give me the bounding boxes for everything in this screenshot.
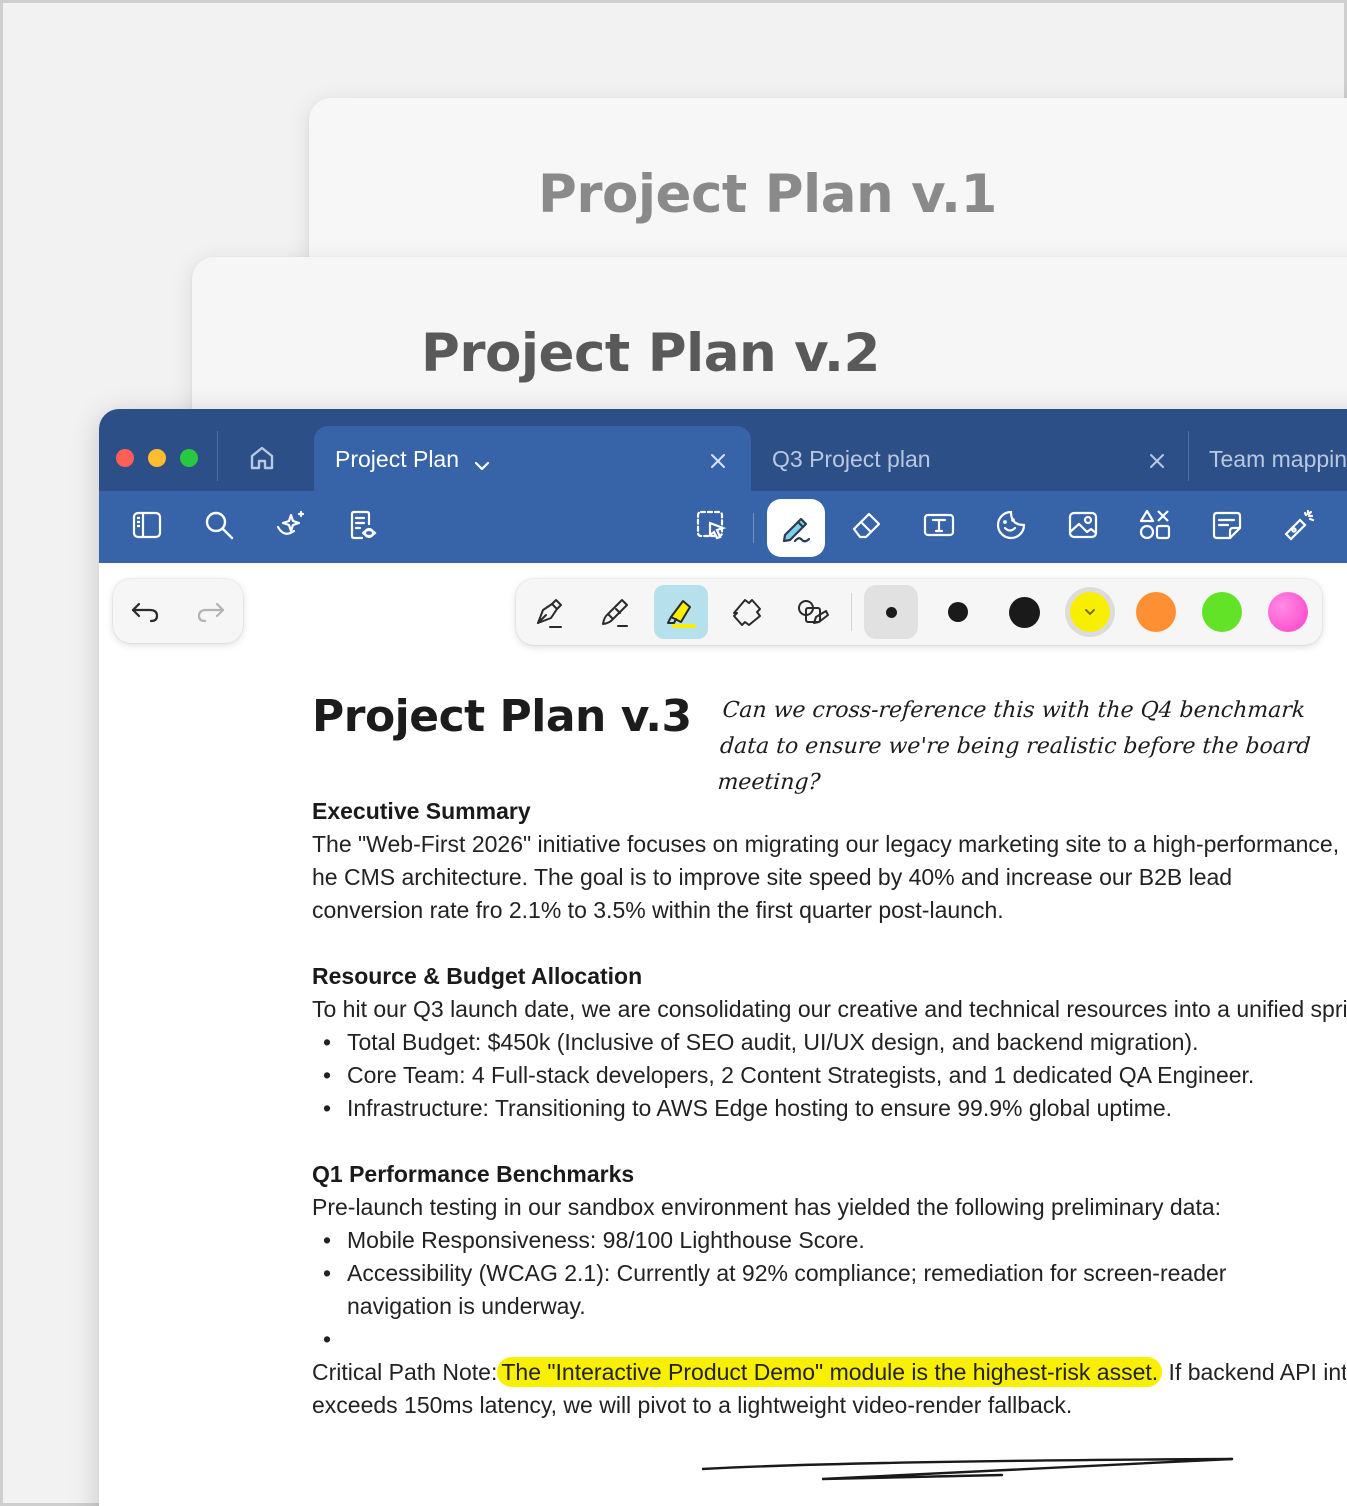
document-review-icon[interactable]	[343, 505, 383, 545]
list-item: Infrastructure: Transitioning to AWS Edg…	[312, 1092, 1322, 1125]
section-heading: Resource & Budget Allocation	[312, 963, 643, 989]
color-green-button[interactable]	[1202, 592, 1242, 632]
benchmarks-section: Q1 Performance Benchmarks Pre-launch tes…	[312, 1158, 1347, 1422]
document-title: Project Plan v.1	[538, 164, 997, 225]
shape-pen-icon[interactable]	[786, 585, 840, 639]
zoom-window-button[interactable]	[180, 449, 198, 467]
lasso-select-icon[interactable]	[691, 505, 731, 545]
highlighted-text[interactable]: The "Interactive Product Demo" module is…	[497, 1357, 1163, 1387]
size-dot	[948, 602, 968, 622]
ai-sparkle-icon[interactable]	[271, 505, 311, 545]
list-item: Mobile Responsiveness: 98/100 Lighthouse…	[312, 1224, 1322, 1257]
size-large-button[interactable]	[997, 585, 1051, 639]
size-medium-button[interactable]	[931, 585, 985, 639]
note-text: If backend API integr	[1168, 1359, 1346, 1385]
section-heading: Executive Summary	[312, 798, 531, 824]
home-icon[interactable]	[247, 443, 277, 473]
paragraph: To hit our Q3 launch date, we are consol…	[312, 996, 1346, 1022]
sticker-icon[interactable]	[991, 505, 1031, 545]
note-text: exceeds 150ms latency, we will pivot to …	[312, 1392, 1073, 1418]
sidebar-icon[interactable]	[127, 505, 167, 545]
list-item	[312, 1323, 1322, 1356]
divider	[753, 513, 754, 543]
color-orange-button[interactable]	[1136, 592, 1176, 632]
color-pink-button[interactable]	[1268, 592, 1308, 632]
tape-icon[interactable]	[720, 585, 774, 639]
page-title: Project Plan v.3	[312, 691, 692, 742]
list-item: Accessibility (WCAG 2.1): Currently at 9…	[312, 1257, 1322, 1323]
fountain-pen-icon[interactable]	[522, 585, 576, 639]
ink-stroke[interactable]	[702, 1449, 1262, 1489]
close-tab-icon[interactable]	[709, 449, 727, 468]
tab-project-plan[interactable]: Project Plan	[314, 426, 751, 491]
close-tab-icon[interactable]	[1148, 449, 1166, 468]
main-toolbar	[99, 491, 1347, 563]
laser-pointer-icon[interactable]	[1279, 505, 1319, 545]
color-yellow-button[interactable]	[1070, 592, 1110, 632]
tab-label: Team mappin	[1209, 446, 1347, 472]
divider	[851, 593, 852, 631]
pen-options-bar	[516, 579, 1322, 645]
sticky-note-icon[interactable]	[1207, 505, 1247, 545]
list-item: Core Team: 4 Full-stack developers, 2 Co…	[312, 1059, 1322, 1092]
tab-bar: Project Plan Q3 Project plan Team mappin	[99, 409, 1347, 491]
eraser-icon[interactable]	[847, 505, 887, 545]
pen-icon[interactable]	[767, 499, 825, 557]
undo-icon[interactable]	[127, 593, 163, 629]
bullet-list: Total Budget: $450k (Inclusive of SEO au…	[312, 1026, 1347, 1125]
redo-icon[interactable]	[193, 593, 229, 629]
highlighter-icon[interactable]	[654, 585, 708, 639]
tab-label: Q3 Project plan	[772, 446, 931, 472]
document-title: Project Plan v.2	[421, 323, 880, 384]
size-dot	[885, 606, 897, 618]
app-window: Project Plan Q3 Project plan Team mappin	[99, 409, 1347, 1506]
divider	[217, 431, 218, 481]
bullet-list: Mobile Responsiveness: 98/100 Lighthouse…	[312, 1224, 1347, 1356]
budget-section: Resource & Budget Allocation To hit our …	[312, 960, 1347, 1125]
paragraph: The "Web-First 2026" initiative focuses …	[312, 831, 1340, 923]
close-window-button[interactable]	[116, 449, 134, 467]
critical-path-note: Critical Path Note: The "Interactive Prod…	[312, 1356, 1346, 1389]
tab-team-mapping[interactable]: Team mappin	[1188, 426, 1347, 491]
size-small-button[interactable]	[864, 585, 918, 639]
executive-summary-section: Executive Summary The "Web-First 2026" i…	[312, 795, 1347, 927]
image-icon[interactable]	[1063, 505, 1103, 545]
minimize-window-button[interactable]	[148, 449, 166, 467]
shapes-icon[interactable]	[1135, 505, 1175, 545]
note-prefix: Critical Path Note:	[312, 1359, 498, 1385]
paragraph: Pre-launch testing in our sandbox enviro…	[312, 1194, 1222, 1220]
search-icon[interactable]	[199, 505, 239, 545]
brush-pen-icon[interactable]	[588, 585, 642, 639]
text-box-icon[interactable]	[919, 505, 959, 545]
chevron-down-icon[interactable]	[474, 452, 490, 471]
handwritten-annotation[interactable]: Can we cross-reference this with the Q4 …	[716, 693, 1324, 801]
section-heading: Q1 Performance Benchmarks	[312, 1161, 635, 1187]
tab-label: Project Plan	[335, 446, 460, 472]
size-dot	[1008, 596, 1040, 628]
tab-q3-project-plan[interactable]: Q3 Project plan	[751, 426, 1188, 491]
list-item: Total Budget: $450k (Inclusive of SEO au…	[312, 1026, 1322, 1059]
undo-redo-controls	[113, 579, 243, 643]
